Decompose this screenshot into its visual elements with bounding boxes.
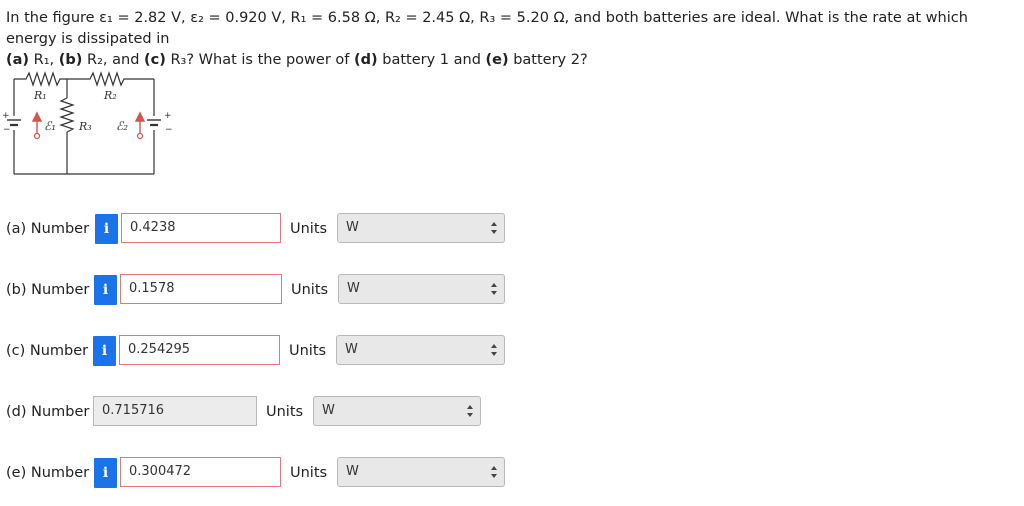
- question-r3: R₃? What is the power of: [165, 52, 354, 68]
- part-d-marker: (d): [354, 52, 378, 68]
- units-select-a[interactable]: W: [337, 213, 505, 243]
- part-e-marker: (e): [485, 52, 509, 68]
- label-r3: R₃: [78, 120, 92, 133]
- question-text: In the figure ε₁ = 2.82 V, ε₂ = 0.920 V,…: [6, 8, 1022, 71]
- select-arrows-icon: [467, 405, 473, 417]
- units-label-d: Units: [266, 404, 304, 420]
- number-input-b[interactable]: 0.1578: [120, 274, 282, 304]
- units-label-b: Units: [291, 282, 329, 298]
- units-label-c: Units: [289, 343, 327, 359]
- part-a-marker: (a): [6, 52, 30, 68]
- battery1-plus: +: [2, 111, 10, 121]
- answer-row-e: (e) Number i 0.300472 Units W: [6, 457, 506, 489]
- select-arrows-icon: [491, 344, 497, 356]
- row-label-b: (b) Number: [6, 282, 90, 298]
- units-value-e: W: [346, 464, 359, 479]
- part-b-marker: (b): [58, 52, 83, 68]
- units-select-d[interactable]: W: [313, 396, 481, 426]
- answer-row-a: (a) Number i 0.4238 Units W: [6, 213, 506, 245]
- question-bat1: battery 1 and: [377, 52, 486, 68]
- units-label-a: Units: [290, 221, 328, 237]
- label-e1: ℰ₁: [44, 119, 56, 133]
- info-icon[interactable]: i: [95, 214, 118, 244]
- number-input-c[interactable]: 0.254295: [119, 335, 280, 365]
- question-r1: R₁,: [29, 52, 59, 68]
- question-bat2: battery 2?: [508, 52, 588, 68]
- units-value-b: W: [347, 281, 360, 296]
- units-select-b[interactable]: W: [338, 274, 505, 304]
- row-label-a: (a) Number: [6, 221, 90, 237]
- label-e2: ℰ₂: [116, 119, 128, 133]
- info-icon[interactable]: i: [94, 275, 117, 305]
- units-value-d: W: [322, 403, 335, 418]
- select-arrows-icon: [491, 466, 497, 478]
- info-icon[interactable]: i: [94, 458, 117, 488]
- row-label-d: (d) Number: [6, 404, 90, 420]
- battery2-minus: −: [165, 125, 173, 135]
- info-icon[interactable]: i: [93, 336, 116, 366]
- question-r2: R₂, and: [82, 52, 145, 68]
- answer-row-c: (c) Number i 0.254295 Units W: [6, 335, 506, 367]
- label-r2: R₂: [103, 89, 117, 102]
- units-select-c[interactable]: W: [336, 335, 505, 365]
- units-select-e[interactable]: W: [337, 457, 505, 487]
- select-arrows-icon: [491, 222, 497, 234]
- number-input-e[interactable]: 0.300472: [120, 457, 281, 487]
- label-r1: R₁: [33, 89, 47, 102]
- units-value-c: W: [345, 342, 358, 357]
- answer-row-b: (b) Number i 0.1578 Units W: [6, 274, 506, 306]
- battery1-minus: −: [3, 125, 11, 135]
- answer-row-d: (d) Number 0.715716 Units W: [6, 396, 486, 428]
- number-input-a[interactable]: 0.4238: [121, 213, 281, 243]
- battery2-plus: +: [164, 111, 172, 121]
- units-label-e: Units: [290, 465, 328, 481]
- select-arrows-icon: [491, 283, 497, 295]
- circuit-diagram: R₁ R₂ R₃ ℰ₁ ℰ₂ + − + −: [2, 71, 173, 175]
- row-label-c: (c) Number: [6, 343, 89, 359]
- row-label-e: (e) Number: [6, 465, 90, 481]
- question-line1: In the figure ε₁ = 2.82 V, ε₂ = 0.920 V,…: [6, 10, 968, 47]
- part-c-marker: (c): [144, 52, 166, 68]
- units-value-a: W: [346, 220, 359, 235]
- number-input-d[interactable]: 0.715716: [93, 396, 257, 426]
